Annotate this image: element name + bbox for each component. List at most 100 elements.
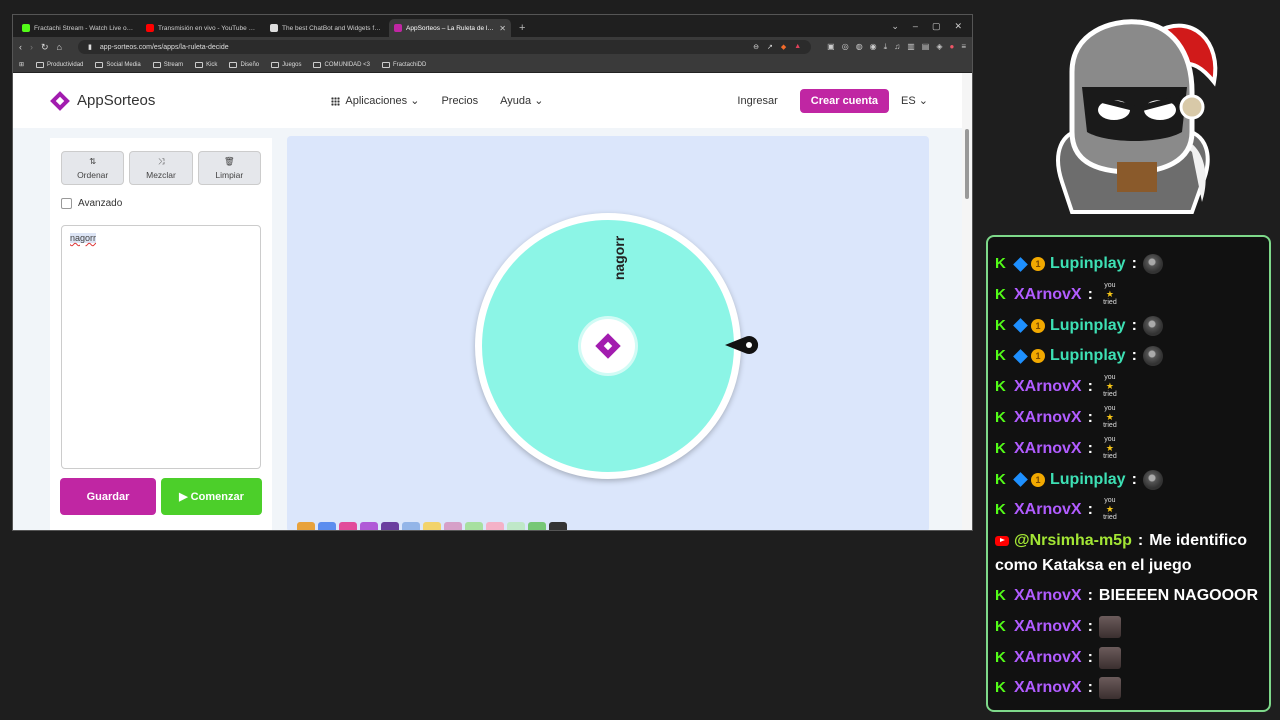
chat-username[interactable]: XArnovX <box>1014 497 1082 523</box>
palette-swatch[interactable] <box>297 522 315 530</box>
folder-icon <box>36 61 45 68</box>
bookmark-label: Juegos <box>282 61 302 68</box>
language-select[interactable]: ES ⌄ <box>901 94 928 107</box>
chat-username[interactable]: XArnovX <box>1014 645 1082 671</box>
wallet-icon[interactable]: ▤ <box>922 42 930 52</box>
chat-username[interactable]: @Nrsimha-m5p <box>1014 532 1132 549</box>
close-icon[interactable]: ✕ <box>954 21 962 32</box>
palette-swatch[interactable] <box>465 522 483 530</box>
palette-swatch[interactable] <box>549 522 567 530</box>
nav-apps[interactable]: Aplicaciones ⌄ <box>331 94 419 107</box>
chat-username[interactable]: XArnovX <box>1014 583 1082 609</box>
palette-swatch[interactable] <box>507 522 525 530</box>
bookmark-folder[interactable]: FractachiDD <box>382 61 426 68</box>
save-button[interactable]: Guardar <box>60 478 156 515</box>
sidebar-icon[interactable]: ▥ <box>907 42 915 52</box>
music-icon[interactable]: ♫ <box>894 42 900 52</box>
chat-username[interactable]: XArnovX <box>1014 675 1082 701</box>
extension-icon[interactable]: ▣ <box>827 42 835 52</box>
chat-message: K XArnovX: <box>995 675 1263 701</box>
reload-icon[interactable]: ↻ <box>41 42 49 53</box>
close-tab-icon[interactable]: ✕ <box>499 24 506 33</box>
vpn-icon[interactable]: ◈ <box>936 42 942 52</box>
zoom-icon[interactable]: ⊖ <box>753 43 759 51</box>
bookmark-folder[interactable]: Diseño <box>229 61 259 68</box>
palette-swatch[interactable] <box>486 522 504 530</box>
home-icon[interactable]: ⌂ <box>57 42 62 52</box>
chat-username[interactable]: Lupinplay <box>1050 251 1126 277</box>
profile-icon[interactable]: ● <box>949 42 954 52</box>
wheel-hub-logo-icon[interactable] <box>581 319 635 373</box>
browser-tab[interactable]: AppSorteos – La Ruleta de la Su ✕ <box>389 19 511 37</box>
forward-icon[interactable]: › <box>30 42 33 52</box>
share-icon[interactable]: ↗ <box>767 43 773 51</box>
chat-username[interactable]: Lupinplay <box>1050 467 1126 493</box>
logo-text: AppSorteos <box>77 92 156 109</box>
chat-message: K XArnovX: <box>995 614 1263 640</box>
bookmark-folder[interactable]: Kick <box>195 61 217 68</box>
maximize-icon[interactable]: ▢ <box>932 21 941 32</box>
prize-wheel[interactable]: nagorr <box>475 213 741 479</box>
palette-swatch[interactable] <box>402 522 420 530</box>
tab-bar: Fractachi Stream - Watch Live on Kick Tra… <box>13 15 972 37</box>
chat-separator: : <box>1087 439 1093 457</box>
chat-separator: : <box>1087 648 1093 666</box>
bookmark-folder[interactable]: Productividad <box>36 61 83 68</box>
palette-swatch[interactable] <box>318 522 336 530</box>
palette-swatch[interactable] <box>360 522 378 530</box>
download-icon[interactable]: ⤓ <box>884 42 888 52</box>
gifter-badge-icon: 1 <box>1031 349 1045 364</box>
site-header: AppSorteos Aplicaciones ⌄ Precios Ayuda … <box>13 73 964 128</box>
bookmark-folder[interactable]: COMUNIDAD <3 <box>313 61 370 68</box>
minimize-icon[interactable]: – <box>913 21 918 32</box>
extension-icon[interactable]: ◎ <box>842 42 849 52</box>
back-icon[interactable]: ‹ <box>19 42 22 52</box>
url-field[interactable]: ▮ app-sorteos.com/es/apps/la-ruleta-deci… <box>77 40 812 54</box>
chat-username[interactable]: XArnovX <box>1014 436 1082 462</box>
chat-username[interactable]: XArnovX <box>1014 374 1082 400</box>
browser-tab[interactable]: The best ChatBot and Widgets for Ki <box>265 19 387 37</box>
palette-swatch[interactable] <box>444 522 462 530</box>
site-logo[interactable]: AppSorteos <box>49 90 155 112</box>
shuffle-button[interactable]: ⤨ Mezclar <box>129 151 193 185</box>
advanced-checkbox[interactable] <box>61 198 72 209</box>
menu-icon[interactable]: ≡ <box>961 42 966 52</box>
chat-username[interactable]: XArnovX <box>1014 405 1082 431</box>
bookmark-folder[interactable]: Stream <box>152 61 183 68</box>
entries-textarea[interactable]: nagorr <box>61 225 261 469</box>
extension-icon[interactable]: ◍ <box>856 42 863 52</box>
color-palette[interactable] <box>297 522 567 530</box>
palette-swatch[interactable] <box>528 522 546 530</box>
nav-prices[interactable]: Precios <box>441 95 478 107</box>
extension-icon[interactable]: ◉ <box>870 42 877 52</box>
order-button[interactable]: ⇅ Ordenar <box>61 151 125 185</box>
order-label: Ordenar <box>77 170 109 180</box>
nav-help[interactable]: Ayuda ⌄ <box>500 94 543 107</box>
bookmark-icon[interactable]: ▮ <box>88 43 92 51</box>
rewards-icon[interactable]: ▲ <box>794 43 801 51</box>
chat-username[interactable]: Lupinplay <box>1050 313 1126 339</box>
create-account-button[interactable]: Crear cuenta <box>799 88 890 113</box>
apps-icon[interactable]: ⊞ <box>19 61 24 68</box>
palette-swatch[interactable] <box>423 522 441 530</box>
emote-icon <box>1142 469 1163 490</box>
login-link[interactable]: Ingresar <box>737 95 777 107</box>
emote-text: tried <box>1103 391 1117 399</box>
new-tab-button[interactable]: + <box>513 22 531 37</box>
chat-username[interactable]: XArnovX <box>1014 282 1082 308</box>
tab-favicon-icon <box>146 24 154 32</box>
chevron-down-icon[interactable]: ⌄ <box>891 21 899 32</box>
palette-swatch[interactable] <box>339 522 357 530</box>
chat-username[interactable]: XArnovX <box>1014 614 1082 640</box>
chat-username[interactable]: Lupinplay <box>1050 343 1126 369</box>
scrollbar[interactable] <box>962 73 972 530</box>
browser-tab[interactable]: Fractachi Stream - Watch Live on Kick <box>17 19 139 37</box>
browser-tab[interactable]: Transmisión en vivo - YouTube Studio <box>141 19 263 37</box>
clear-button[interactable]: 🗑 Limpiar <box>197 151 261 185</box>
start-button[interactable]: ▶ Comenzar <box>161 478 262 515</box>
bookmark-folder[interactable]: Social Media <box>95 61 141 68</box>
scrollbar-thumb[interactable] <box>965 129 969 199</box>
bookmark-folder[interactable]: Juegos <box>271 61 302 68</box>
palette-swatch[interactable] <box>381 522 399 530</box>
brave-shield-icon[interactable]: ◆ <box>781 43 786 51</box>
